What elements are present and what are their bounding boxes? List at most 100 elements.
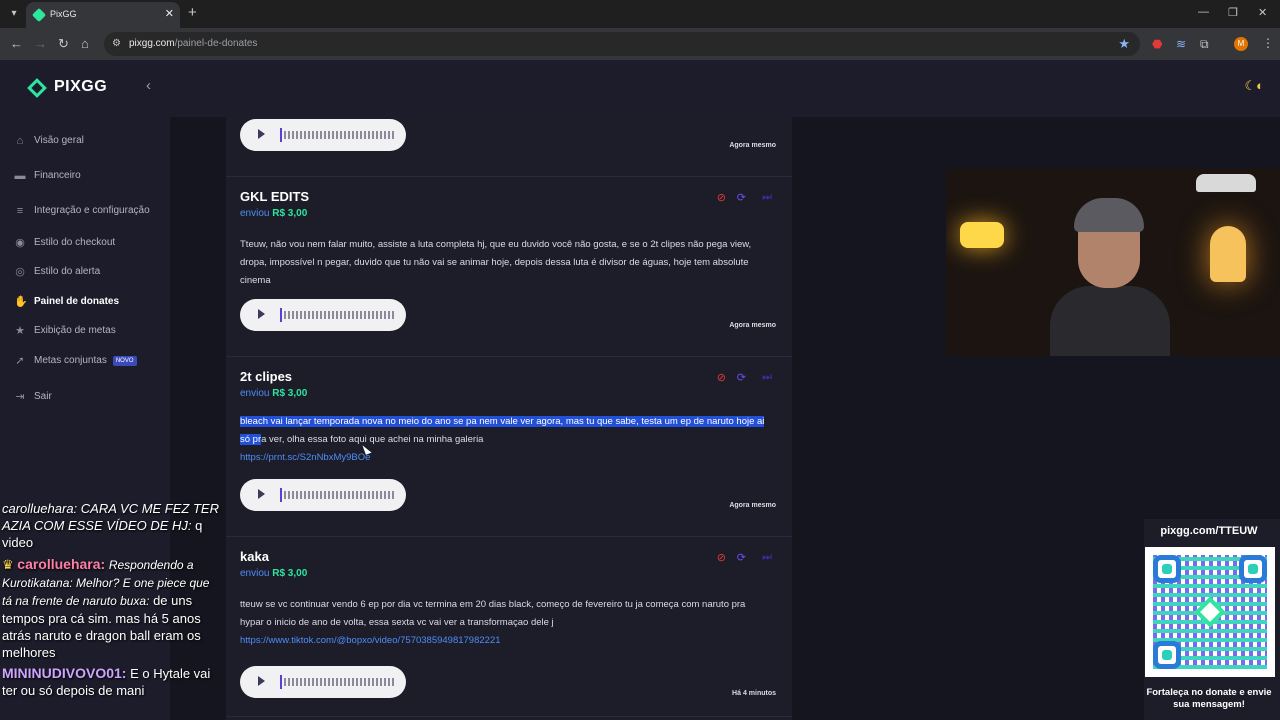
- streamer-body: [1050, 286, 1170, 356]
- play-icon[interactable]: [258, 309, 265, 319]
- extension-shield-icon[interactable]: ⬣: [1152, 37, 1162, 51]
- qr-finder: [1153, 555, 1181, 583]
- tab-title: PixGG: [50, 9, 77, 19]
- donor-name: 2t clipes: [240, 369, 293, 384]
- audio-player[interactable]: [240, 299, 406, 331]
- logout-icon: ⇥: [15, 391, 25, 403]
- audio-progress: [280, 128, 282, 142]
- new-tab-button[interactable]: +: [188, 4, 197, 21]
- audio-progress: [280, 488, 282, 502]
- browser-menu-icon[interactable]: ⋮: [1262, 36, 1274, 50]
- screen: ▾ PixGG ✕ + — ❐ ✕ ← → ↻ ⌂ ⚙ pixgg.com/pa…: [0, 0, 1280, 720]
- chat-message: carolluehara: CARA VC ME FEZ TER AZIA CO…: [2, 501, 219, 550]
- wallet-icon: ▬: [14, 170, 26, 182]
- block-icon[interactable]: ⊘: [717, 371, 726, 384]
- qr-overlay: pixgg.com/TTEUW Fortaleça no donate e en…: [1144, 519, 1280, 720]
- toy-car: [1196, 174, 1256, 192]
- skip-icon[interactable]: ⏭: [762, 191, 772, 204]
- audio-waveform[interactable]: [284, 131, 394, 139]
- donate-amount-line: enviou R$ 3,00: [240, 388, 308, 399]
- restore-icon[interactable]: ❐: [1228, 6, 1238, 19]
- tab-close-icon[interactable]: ✕: [165, 7, 174, 20]
- donate-time: Agora mesmo: [729, 502, 776, 509]
- donate-message: bleach vai lançar temporada nova no meio…: [240, 416, 765, 463]
- tab-search-icon[interactable]: ▾: [5, 5, 23, 23]
- sidebar-item-estilo-alerta[interactable]: ◎ Estilo do alerta: [14, 263, 164, 283]
- sidebar-item-metas-conjuntas[interactable]: ➚ Metas conjuntas NOVO: [14, 352, 164, 372]
- donate-message: Tteuw, não vou nem falar muito, assiste …: [240, 239, 752, 286]
- skip-icon[interactable]: ⏭: [762, 551, 772, 564]
- lamp-light: [1210, 226, 1246, 282]
- site-info-icon[interactable]: ⚙: [112, 38, 121, 49]
- donate-time: Há 4 minutos: [732, 690, 776, 697]
- sidebar-item-sair[interactable]: ⇥ Sair: [14, 388, 164, 408]
- replay-icon[interactable]: ⟳: [737, 371, 746, 384]
- sidebar-item-financeiro[interactable]: ▬ Financeiro: [14, 167, 164, 187]
- home-icon: ⌂: [16, 135, 24, 147]
- qr-code: [1145, 547, 1275, 677]
- donate-card: Agora mesmo: [226, 117, 792, 177]
- donate-amount-line: enviou R$ 3,00: [240, 208, 308, 219]
- streamer-cap: [1074, 198, 1144, 232]
- url-text: pixgg.com/painel-de-donates: [129, 38, 258, 49]
- play-icon[interactable]: [258, 489, 265, 499]
- lamp-light: [960, 222, 1004, 248]
- sidebar-item-integracao[interactable]: ≡ Integração e configuração: [14, 202, 164, 222]
- bookmark-star-icon[interactable]: ★: [1118, 36, 1130, 52]
- forward-icon[interactable]: →: [34, 36, 47, 51]
- block-icon[interactable]: ⊘: [717, 191, 726, 204]
- qr-footer: Fortaleça no donate e envie sua mensagem…: [1146, 687, 1272, 710]
- chat-overlay: carolluehara: CARA VC ME FEZ TER AZIA CO…: [0, 497, 222, 720]
- new-badge: NOVO: [112, 356, 137, 366]
- donates-panel: Agora mesmo GKL EDITS enviou R$ 3,00 ⊘ ⟳…: [226, 117, 792, 720]
- donate-card: GKL EDITS enviou R$ 3,00 ⊘ ⟳ ⏭ Tteuw, nã…: [226, 177, 792, 357]
- play-icon[interactable]: [258, 676, 265, 686]
- window-close-icon[interactable]: ✕: [1258, 6, 1267, 19]
- reload-icon[interactable]: ↻: [58, 36, 69, 52]
- chat-message: ♛ carolluehara: Respondendo a Kurotikata…: [2, 556, 210, 660]
- audio-progress: [280, 675, 282, 689]
- minimize-icon[interactable]: —: [1198, 6, 1209, 18]
- audio-player[interactable]: [240, 479, 406, 511]
- donate-link[interactable]: https://prnt.sc/S2nNbxMy9BOe: [240, 452, 370, 463]
- sidebar-item-exibicao-metas[interactable]: ★ Exibição de metas: [14, 322, 164, 342]
- audio-waveform[interactable]: [284, 311, 394, 319]
- collapse-sidebar-icon[interactable]: ‹: [146, 77, 151, 94]
- sidebar-item-estilo-checkout[interactable]: ◉ Estilo do checkout: [14, 234, 164, 254]
- qr-finder: [1153, 641, 1181, 669]
- extension-wave-icon[interactable]: ≋: [1176, 37, 1186, 51]
- streamer: [1050, 198, 1170, 356]
- audio-waveform[interactable]: [284, 491, 394, 499]
- donate-hand-icon: ✋: [14, 296, 28, 308]
- replay-icon[interactable]: ⟳: [737, 551, 746, 564]
- home-icon[interactable]: ⌂: [81, 36, 89, 51]
- sidebar-item-visao-geral[interactable]: ⌂ Visão geral: [14, 132, 164, 152]
- theme-toggle-moon-icon[interactable]: ☾◐: [1244, 78, 1264, 94]
- audio-player[interactable]: [240, 666, 406, 698]
- sidebar-item-painel-donates[interactable]: ✋ Painel de donates: [14, 293, 164, 313]
- audio-player[interactable]: [240, 119, 406, 151]
- block-icon[interactable]: ⊘: [717, 551, 726, 564]
- audio-waveform[interactable]: [284, 678, 394, 686]
- extensions-puzzle-icon[interactable]: ⧉: [1200, 37, 1209, 52]
- donor-name: kaka: [240, 549, 269, 564]
- back-icon[interactable]: ←: [10, 36, 23, 51]
- chat-message: MININUDIVOVO01: E o Hytale vai ter ou só…: [2, 665, 211, 698]
- brand-logo[interactable]: PIXGG: [54, 78, 107, 96]
- qr-title: pixgg.com/TTEUW: [1160, 525, 1258, 537]
- replay-icon[interactable]: ⟳: [737, 191, 746, 204]
- donate-link[interactable]: https://www.tiktok.com/@bopxo/video/7570…: [240, 635, 501, 646]
- star-icon: ★: [15, 325, 25, 337]
- settings-icon: ≡: [16, 205, 24, 217]
- palette-icon: ◎: [15, 266, 25, 278]
- crown-badge-icon: ♛: [2, 557, 14, 572]
- skip-icon[interactable]: ⏭: [762, 371, 772, 384]
- address-bar[interactable]: ⚙ pixgg.com/painel-de-donates ★: [104, 32, 1140, 56]
- top-bar: ☾◐: [170, 60, 1280, 117]
- webcam-overlay: [946, 168, 1280, 356]
- browser-tab[interactable]: PixGG ✕: [26, 2, 180, 28]
- donate-amount-line: enviou R$ 3,00: [240, 568, 308, 579]
- profile-avatar[interactable]: M: [1234, 37, 1248, 51]
- donate-card: 2t clipes enviou R$ 3,00 ⊘ ⟳ ⏭ bleach va…: [226, 357, 792, 537]
- play-icon[interactable]: [258, 129, 265, 139]
